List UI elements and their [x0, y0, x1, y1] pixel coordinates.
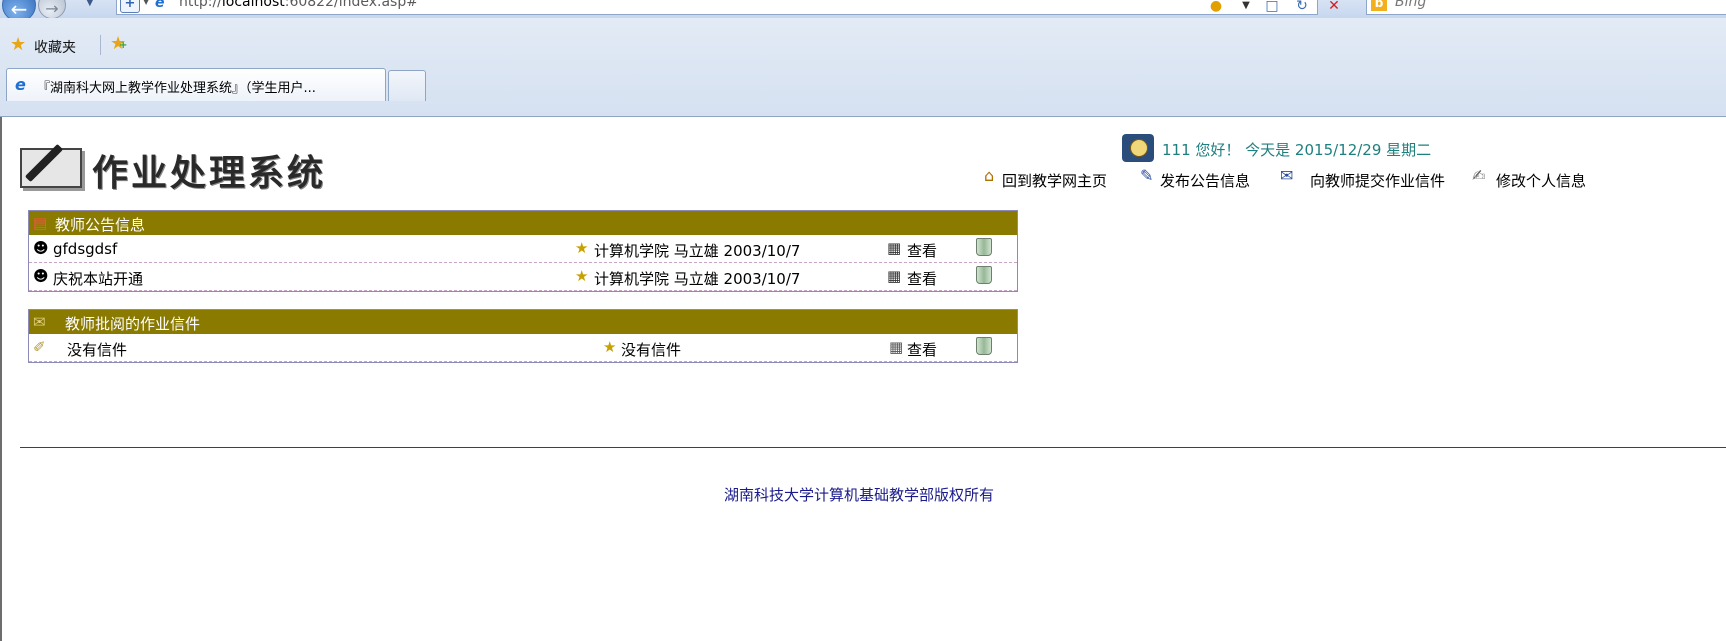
chevron-down-icon[interactable]: ▼ [1236, 0, 1256, 16]
chevron-down-icon[interactable]: ▼ [143, 0, 149, 6]
greeting-text: 111 您好！ 今天是 2015/12/29 星期二 [1162, 141, 1432, 159]
submit-icon: ✉ [1280, 166, 1294, 185]
view-link[interactable]: 查看 [907, 268, 937, 289]
navigation-bar: ← → ▼ + ▼ e http://localhost:60822/index… [0, 0, 1726, 18]
divider [100, 35, 101, 55]
notices-heading: 教师公告信息 [55, 216, 146, 234]
search-input[interactable]: Bing [1395, 0, 1426, 10]
trash-icon[interactable] [975, 266, 992, 284]
view-link[interactable]: 查看 [907, 339, 937, 360]
letters-panel: ✉ 教师批阅的作业信件 ✐ 没有信件 ★ 没有信件 ▦ 查看 [28, 309, 1018, 363]
trash-icon[interactable] [975, 238, 992, 256]
user-icon: ☻ [33, 239, 49, 257]
add-favorite-icon[interactable]: ★ + [110, 33, 127, 54]
table-row: ✐ 没有信件 ★ 没有信件 ▦ 查看 [29, 334, 1017, 362]
notice-title[interactable]: 庆祝本站开通 [53, 268, 143, 289]
tab-bar: e 『湖南科大网上教学作业处理系统』（学生用户... [0, 66, 1726, 102]
tab-active[interactable]: e 『湖南科大网上教学作业处理系统』（学生用户... [6, 68, 386, 101]
view-icon: ▦ [887, 267, 902, 285]
copyright-text: 湖南科技大学计算机基础教学部版权所有 [723, 486, 994, 504]
letters-icon: ✉ [33, 313, 46, 331]
link-edit-profile[interactable]: 修改个人信息 [1496, 170, 1586, 191]
view-link[interactable]: 查看 [907, 240, 937, 261]
trash-icon[interactable] [975, 337, 992, 355]
pencil-icon: ✐ [33, 338, 46, 356]
forward-button[interactable]: → [38, 0, 66, 18]
notices-panel: ▤ 教师公告信息 ☻ gfdsgdsf ★ 计算机学院 马立雄 2003/10/… [28, 210, 1018, 292]
letter-title: 没有信件 [67, 341, 128, 359]
ie-page-icon: e [15, 75, 26, 94]
user-icon: ☻ [33, 267, 49, 285]
divider [20, 447, 1726, 448]
lightbulb-icon: ★ [575, 239, 589, 257]
clock-icon [1122, 134, 1154, 162]
url-host: localhost [221, 0, 285, 10]
letters-heading: 教师批阅的作业信件 [65, 315, 201, 333]
security-report-icon[interactable]: ● [1206, 0, 1226, 16]
favorites-bar: ★ 收藏夹 ★ + [0, 30, 1726, 60]
table-row: ☻ 庆祝本站开通 ★ 计算机学院 马立雄 2003/10/7 ▦ 查看 [29, 263, 1017, 291]
history-dropdown-icon[interactable]: ▼ [86, 0, 94, 8]
footer: 湖南科技大学计算机基础教学部版权所有 [0, 484, 1726, 505]
pencil-notepad-icon [20, 143, 82, 188]
tab-title: 『湖南科大网上教学作业处理系统』（学生用户... [37, 81, 316, 96]
rss-icon[interactable]: □ [1262, 0, 1282, 16]
page-content: 作业处理系统 111 您好！ 今天是 2015/12/29 星期二 ⌂ 回到教学… [0, 117, 1726, 641]
star-icon[interactable]: ★ [10, 34, 26, 55]
address-bar[interactable]: + ▼ e http://localhost:60822/index.asp# [116, 0, 1318, 15]
page-border [0, 117, 2, 641]
refresh-icon[interactable]: ↻ [1292, 0, 1312, 16]
table-row: ☻ gfdsgdsf ★ 计算机学院 马立雄 2003/10/7 ▦ 查看 [29, 235, 1017, 263]
view-icon: ▦ [887, 239, 902, 257]
letters-header: ✉ 教师批阅的作业信件 [29, 310, 1017, 334]
bing-icon: b [1371, 0, 1387, 11]
notice-title[interactable]: gfdsgdsf [53, 240, 117, 258]
list-icon: ▤ [33, 214, 48, 232]
edit-icon: ✍ [1472, 166, 1486, 185]
back-button[interactable]: ← [2, 0, 36, 18]
browser-chrome: ← → ▼ + ▼ e http://localhost:60822/index… [0, 0, 1726, 117]
letter-source: 没有信件 [621, 341, 682, 359]
announce-icon: ✎ [1140, 166, 1154, 185]
search-box[interactable]: b Bing [1366, 0, 1726, 15]
link-post-notice[interactable]: 发布公告信息 [1160, 170, 1250, 191]
new-tab-button[interactable] [388, 70, 426, 101]
favorites-button[interactable]: 收藏夹 [34, 37, 76, 57]
address-url[interactable]: http://localhost:60822/index.asp# [179, 0, 418, 10]
link-submit-homework[interactable]: 向教师提交作业信件 [1310, 170, 1445, 191]
ie-page-icon: e [155, 0, 165, 11]
url-rest: :60822/index.asp# [284, 0, 418, 10]
notice-source: 计算机学院 马立雄 2003/10/7 [594, 270, 801, 288]
lightbulb-icon: ★ [575, 267, 589, 285]
notice-source: 计算机学院 马立雄 2003/10/7 [594, 242, 801, 260]
notices-header: ▤ 教师公告信息 [29, 211, 1017, 235]
url-prefix: http:// [179, 0, 222, 10]
document-icon: ▦ [889, 338, 904, 356]
link-home[interactable]: 回到教学网主页 [1002, 170, 1107, 191]
home-icon: ⌂ [984, 166, 995, 185]
compatibility-icon[interactable]: + [120, 0, 140, 13]
system-title: 作业处理系统 [92, 153, 327, 194]
lightbulb-icon: ★ [603, 338, 617, 356]
stop-icon[interactable]: ✕ [1324, 0, 1344, 16]
